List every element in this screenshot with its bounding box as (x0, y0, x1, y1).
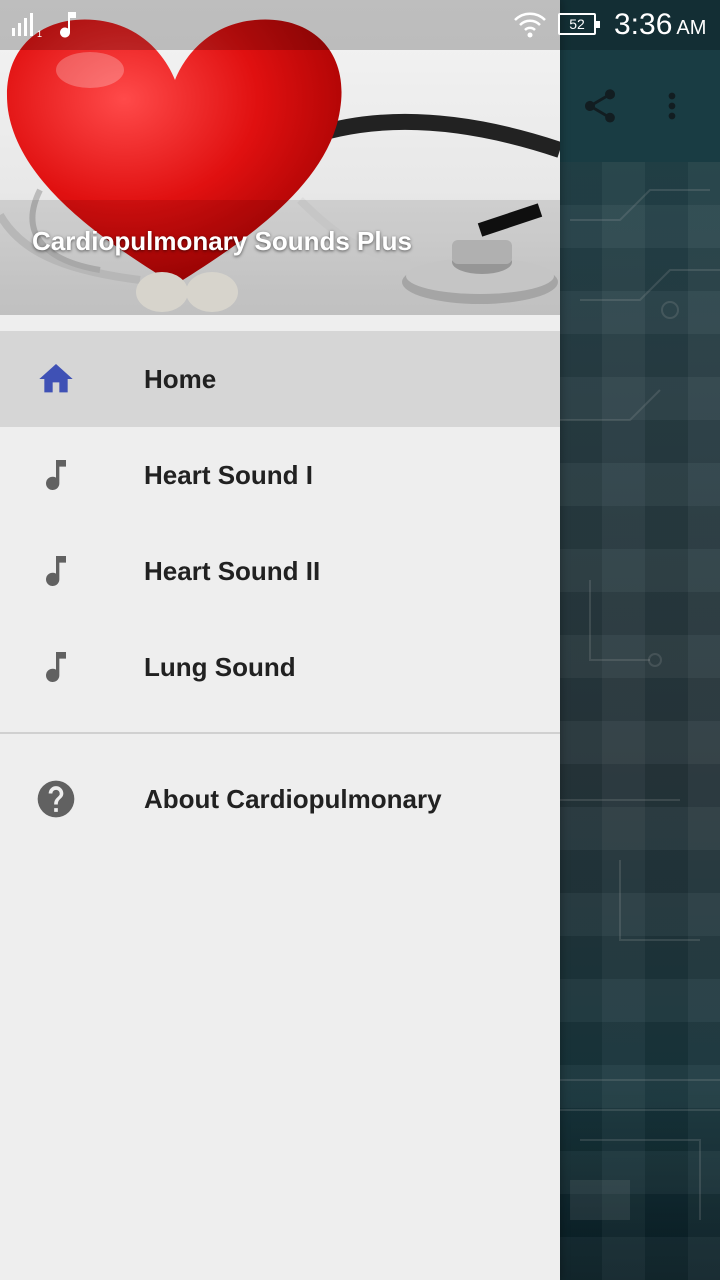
drawer-item-label: About Cardiopulmonary (144, 783, 442, 814)
signal-icon: 1 (10, 12, 44, 43)
navigation-drawer: Cardiopulmonary Sounds Plus Home Heart S… (0, 0, 560, 1280)
sim-label: 1 (37, 29, 42, 38)
drawer-item-heart-sound-2[interactable]: Heart Sound II (0, 523, 560, 619)
drawer-item-home[interactable]: Home (0, 331, 560, 427)
drawer-item-label: Home (144, 363, 217, 394)
help-icon (32, 775, 80, 823)
music-note-icon (32, 643, 80, 691)
drawer-item-label: Heart Sound I (144, 459, 314, 490)
drawer-item-about[interactable]: About Cardiopulmonary (0, 751, 560, 847)
status-bar: 1 52 3:36 AM (0, 0, 720, 50)
battery-icon: 52 (558, 13, 600, 35)
drawer-item-label: Lung Sound (144, 651, 296, 682)
drawer-divider (0, 732, 560, 734)
clock: 3:36 AM (614, 8, 706, 42)
drawer-item-lung-sound[interactable]: Lung Sound (0, 619, 560, 715)
drawer-item-heart-sound-1[interactable]: Heart Sound I (0, 427, 560, 523)
wifi-icon (512, 10, 548, 45)
drawer-menu: Home Heart Sound I Heart Sound II Lung S… (0, 331, 560, 847)
music-note-icon (32, 451, 80, 499)
drawer-header-title: Cardiopulmonary Sounds Plus (32, 226, 412, 256)
music-note-icon (56, 10, 80, 45)
drawer-item-label: Heart Sound II (144, 555, 321, 586)
home-icon (32, 355, 80, 403)
clock-ampm: AM (676, 17, 707, 39)
music-note-icon (32, 547, 80, 595)
clock-time: 3:36 (614, 8, 673, 41)
battery-level: 52 (569, 16, 585, 32)
